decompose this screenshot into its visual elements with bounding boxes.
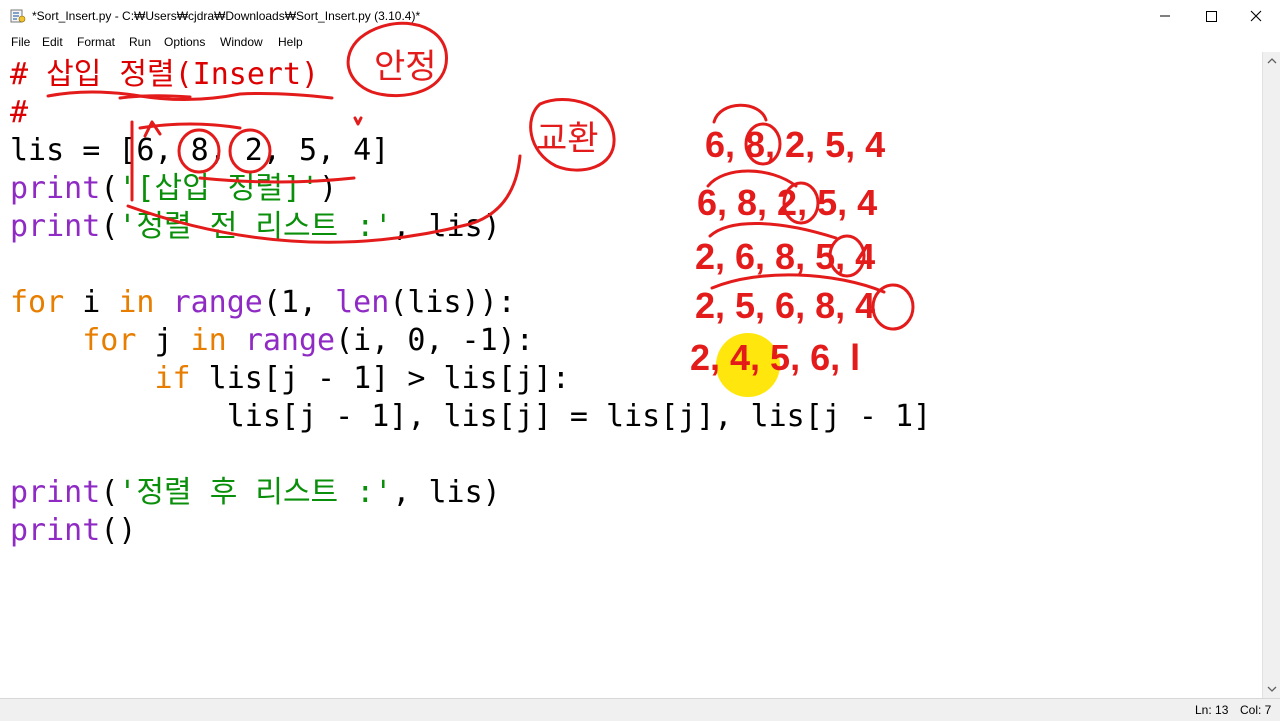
code-line-3: lis = [6, 8, 2, 5, 4] — [10, 132, 389, 170]
builtin: print — [10, 475, 101, 510]
scroll-up-icon[interactable] — [1263, 52, 1280, 70]
code-text: lis = [6, 8, 2, 5, 4] — [10, 133, 390, 168]
vertical-scrollbar[interactable] — [1262, 52, 1280, 698]
column-number: Col: 7 — [1240, 703, 1272, 717]
code-line-8: for j in range(i, 0, -1): — [10, 322, 534, 360]
keyword: in — [118, 285, 155, 320]
title-bar: *Sort_Insert.py - C:₩Users₩cjdra₩Downloa… — [0, 0, 1280, 32]
code-text: i — [64, 285, 119, 320]
minimize-icon — [1160, 15, 1170, 17]
comment: # — [10, 95, 29, 130]
comment: # 삽입 정렬(Insert) — [10, 57, 320, 92]
python-idle-icon — [10, 9, 26, 23]
code-text: ( — [100, 171, 119, 206]
code-text: (lis)): — [389, 285, 516, 320]
code-line-9: if lis[j - 1] > lis[j]: — [10, 360, 570, 398]
builtin: print — [10, 209, 101, 244]
code-text: ( — [100, 209, 119, 244]
builtin: range — [244, 323, 336, 358]
maximize-icon — [1206, 11, 1217, 22]
string: '정렬 전 리스트 :' — [118, 209, 393, 244]
code-line-5: print('정렬 전 리스트 :', lis) — [10, 208, 501, 246]
builtin: print — [10, 171, 101, 206]
menu-bar: File Edit Format Run Options Window Help — [0, 32, 1280, 52]
close-button[interactable] — [1234, 0, 1280, 32]
code-line-13: print() — [10, 512, 136, 550]
code-text: ( — [100, 475, 119, 510]
keyword: for — [10, 285, 65, 320]
code-text: (1, — [262, 285, 336, 320]
menu-options[interactable]: Options — [164, 35, 205, 49]
code-editor[interactable]: # 삽입 정렬(Insert) # lis = [6, 8, 2, 5, 4] … — [0, 52, 1262, 698]
scroll-down-icon[interactable] — [1263, 680, 1280, 698]
code-line-1: # 삽입 정렬(Insert) — [10, 56, 319, 94]
window-title: *Sort_Insert.py - C:₩Users₩cjdra₩Downloa… — [32, 9, 421, 23]
code-line-10: lis[j - 1], lis[j] = lis[j], lis[j - 1] — [10, 398, 931, 436]
minimize-button[interactable] — [1142, 0, 1188, 32]
code-text: , lis) — [392, 475, 501, 510]
code-line-12: print('정렬 후 리스트 :', lis) — [10, 474, 501, 512]
builtin: range — [172, 285, 263, 320]
code-text: () — [100, 513, 137, 548]
close-icon — [1250, 10, 1262, 22]
code-line-2: # — [10, 94, 28, 132]
menu-format[interactable]: Format — [77, 35, 115, 49]
menu-window[interactable]: Window — [220, 35, 263, 49]
code-text: ) — [319, 171, 338, 206]
menu-run[interactable]: Run — [129, 35, 151, 49]
keyword: if — [154, 361, 191, 396]
code-text: lis[j - 1], lis[j] = lis[j], lis[j - 1] — [10, 399, 932, 434]
menu-help[interactable]: Help — [278, 35, 303, 49]
code-text: (i, 0, -1): — [335, 323, 534, 358]
builtin: len — [335, 285, 390, 320]
code-text: , lis) — [392, 209, 501, 244]
maximize-button[interactable] — [1188, 0, 1234, 32]
string: '[삽입 정렬]' — [118, 171, 320, 206]
code-text: lis[j - 1] > lis[j]: — [190, 361, 570, 396]
code-line-7: for i in range(1, len(lis)): — [10, 284, 516, 322]
menu-file[interactable]: File — [11, 35, 30, 49]
line-number: Ln: 13 — [1195, 703, 1229, 717]
builtin: print — [10, 513, 101, 548]
string: '정렬 후 리스트 :' — [118, 475, 393, 510]
menu-edit[interactable]: Edit — [42, 35, 63, 49]
code-line-4: print('[삽입 정렬]') — [10, 170, 337, 208]
keyword: for — [82, 323, 137, 358]
status-bar: Ln: 13 Col: 7 — [0, 698, 1280, 721]
code-text: j — [136, 323, 191, 358]
keyword: in — [190, 323, 227, 358]
